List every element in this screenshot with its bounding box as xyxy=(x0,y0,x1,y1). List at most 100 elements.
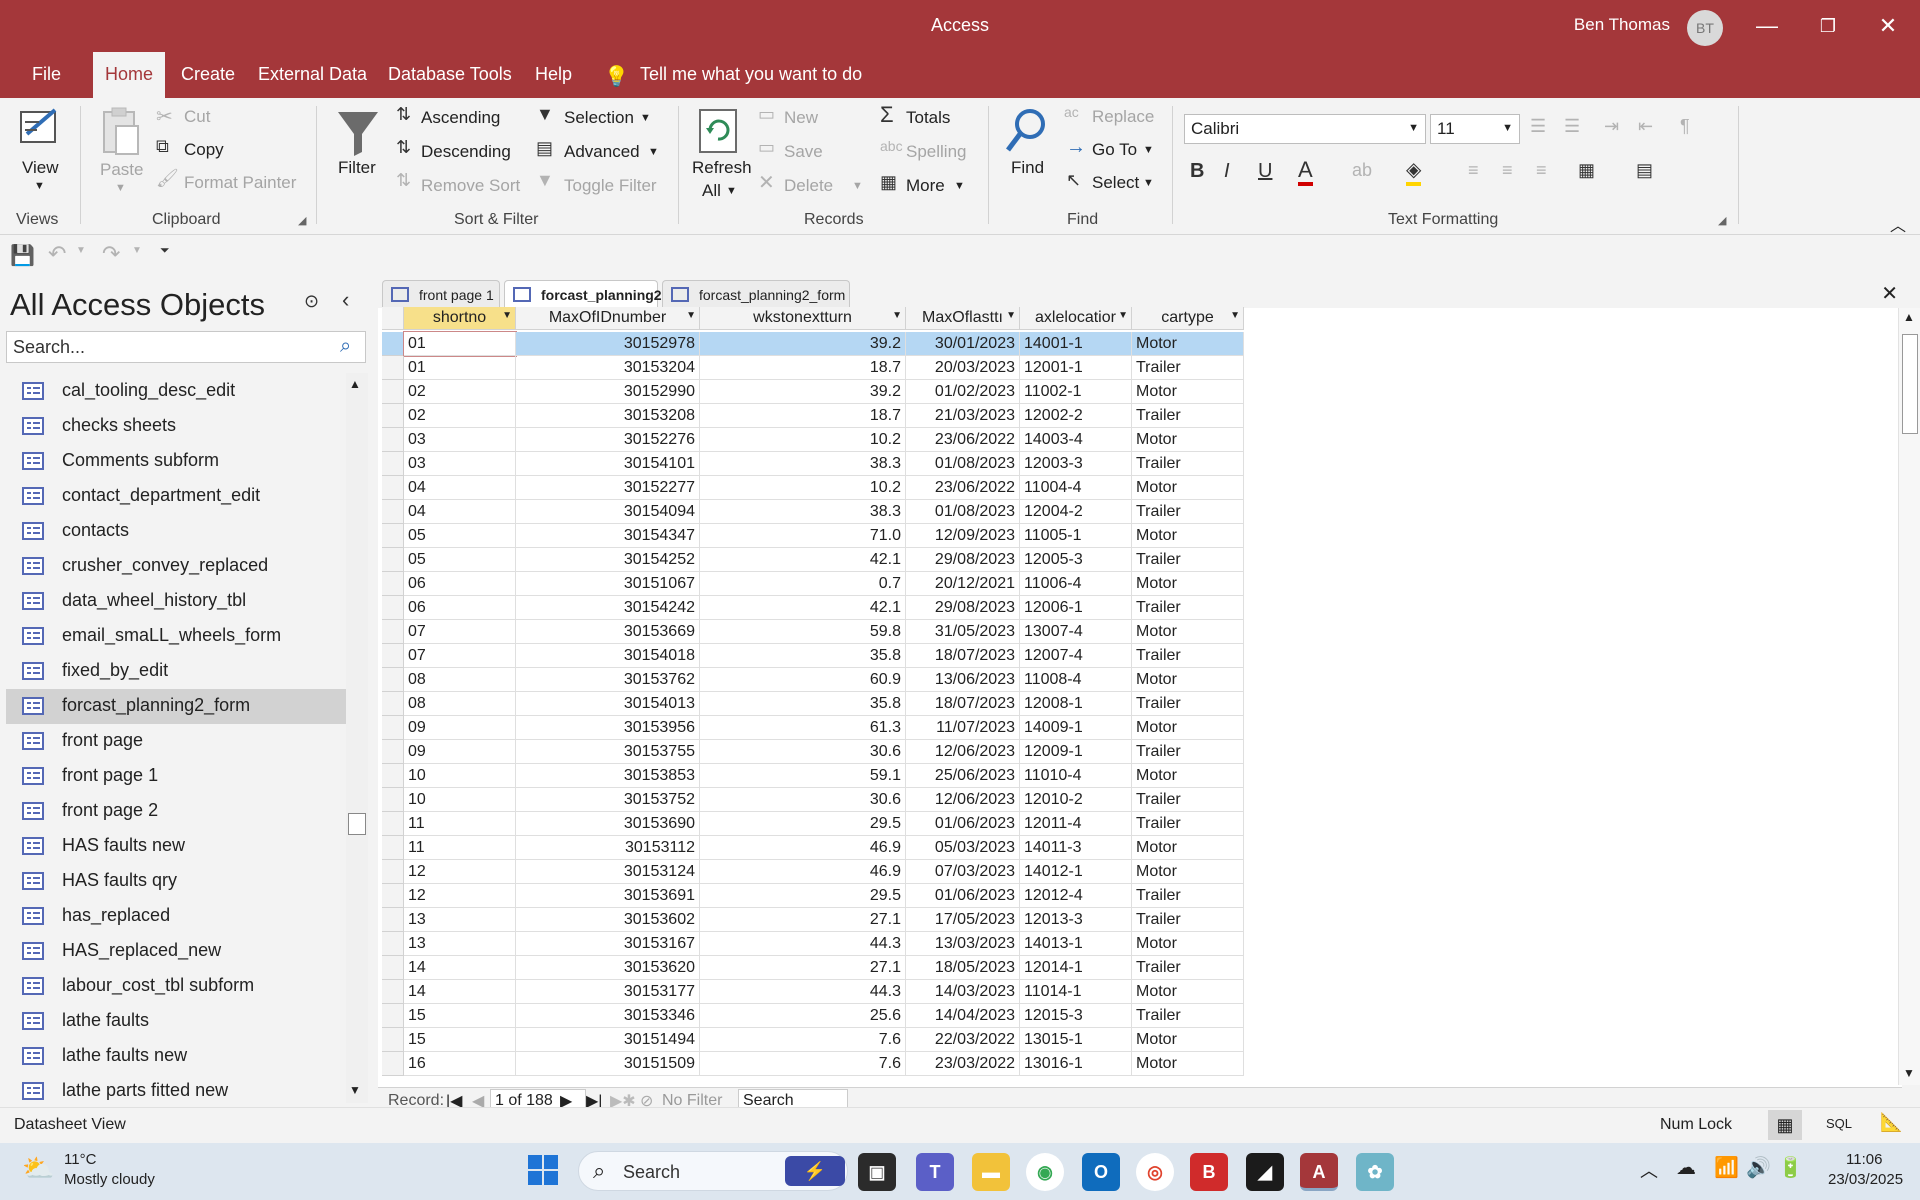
cell-maxoflastturn[interactable]: 12/06/2023 xyxy=(906,740,1020,764)
cell-maxofidnumber[interactable]: 30153208 xyxy=(516,404,700,428)
cell-shortno[interactable]: 06 xyxy=(404,596,516,620)
collapse-nav-icon[interactable]: ‹ xyxy=(342,287,349,313)
customize-qat-icon[interactable]: ⏷ xyxy=(160,243,170,258)
cell-maxofidnumber[interactable]: 30154101 xyxy=(516,452,700,476)
avatar[interactable]: BT xyxy=(1687,10,1723,46)
cell-maxofidnumber[interactable]: 30154252 xyxy=(516,548,700,572)
cell-axlelocation[interactable]: 13007-4 xyxy=(1020,620,1132,644)
cell-maxofidnumber[interactable]: 30152277 xyxy=(516,476,700,500)
cell-wkstonextturn[interactable]: 0.7 xyxy=(700,572,906,596)
cell-cartype[interactable]: Motor xyxy=(1132,980,1244,1004)
cell-maxoflastturn[interactable]: 17/05/2023 xyxy=(906,908,1020,932)
cell-cartype[interactable]: Trailer xyxy=(1132,908,1244,932)
table-row[interactable]: 10 30153752 30.6 12/06/2023 12010-2 Trailer xyxy=(382,788,1244,812)
cell-maxoflastturn[interactable]: 01/08/2023 xyxy=(906,500,1020,524)
cell-maxoflastturn[interactable]: 23/06/2022 xyxy=(906,428,1020,452)
cell-maxoflastturn[interactable]: 31/05/2023 xyxy=(906,620,1020,644)
start-icon[interactable] xyxy=(528,1155,558,1185)
cell-wkstonextturn[interactable]: 42.1 xyxy=(700,548,906,572)
cell-axlelocation[interactable]: 14009-1 xyxy=(1020,716,1132,740)
restore-icon[interactable]: ❐ xyxy=(1806,6,1850,46)
cell-shortno[interactable]: 04 xyxy=(404,500,516,524)
cell-maxoflastturn[interactable]: 18/07/2023 xyxy=(906,644,1020,668)
cell-axlelocation[interactable]: 12004-2 xyxy=(1020,500,1132,524)
row-selector[interactable] xyxy=(382,812,404,836)
cell-maxofidnumber[interactable]: 30153620 xyxy=(516,956,700,980)
clock-time[interactable]: 11:06 xyxy=(1846,1151,1882,1168)
cell-maxofidnumber[interactable]: 30153853 xyxy=(516,764,700,788)
row-selector[interactable] xyxy=(382,428,404,452)
design-view-icon[interactable]: 📐 xyxy=(1880,1112,1902,1133)
italic-icon[interactable]: I xyxy=(1224,160,1230,183)
cell-shortno[interactable]: 04 xyxy=(404,476,516,500)
cell-shortno[interactable]: 11 xyxy=(404,812,516,836)
cell-cartype[interactable]: Motor xyxy=(1132,1028,1244,1052)
table-row[interactable]: 01 30153204 18.7 20/03/2023 12001-1 Trailer xyxy=(382,356,1244,380)
refresh-button[interactable]: Refresh xyxy=(692,158,752,178)
cell-maxoflastturn[interactable]: 14/03/2023 xyxy=(906,980,1020,1004)
cell-maxofidnumber[interactable]: 30153204 xyxy=(516,356,700,380)
view-dropdown-icon[interactable]: ▼ xyxy=(34,180,45,192)
copy-button[interactable]: Copy xyxy=(184,140,224,160)
cell-wkstonextturn[interactable]: 38.3 xyxy=(700,500,906,524)
clipboard-launcher-icon[interactable]: ◢ xyxy=(298,214,306,227)
cell-axlelocation[interactable]: 11010-4 xyxy=(1020,764,1132,788)
select-all-cell[interactable] xyxy=(382,307,404,330)
row-selector[interactable] xyxy=(382,380,404,404)
cell-axlelocation[interactable]: 12015-3 xyxy=(1020,1004,1132,1028)
cell-wkstonextturn[interactable]: 42.1 xyxy=(700,596,906,620)
table-row[interactable]: 11 30153690 29.5 01/06/2023 12011-4 Trailer xyxy=(382,812,1244,836)
cell-maxofidnumber[interactable]: 30151067 xyxy=(516,572,700,596)
table-row[interactable]: 07 30153669 59.8 31/05/2023 13007-4 Motor xyxy=(382,620,1244,644)
cell-maxoflastturn[interactable]: 14/04/2023 xyxy=(906,1004,1020,1028)
row-selector[interactable] xyxy=(382,884,404,908)
row-selector[interactable] xyxy=(382,1028,404,1052)
clock-date[interactable]: 23/03/2025 xyxy=(1828,1171,1903,1188)
cell-wkstonextturn[interactable]: 59.8 xyxy=(700,620,906,644)
tab-file[interactable]: File xyxy=(32,64,61,85)
nav-item[interactable]: contact_department_edit xyxy=(6,479,346,514)
cell-axlelocation[interactable]: 14011-3 xyxy=(1020,836,1132,860)
row-selector[interactable] xyxy=(382,404,404,428)
cell-axlelocation[interactable]: 12007-4 xyxy=(1020,644,1132,668)
col-filter-icon[interactable]: ▼ xyxy=(686,310,696,321)
cell-shortno[interactable]: 03 xyxy=(404,428,516,452)
file-explorer-icon[interactable]: ▬ xyxy=(972,1153,1010,1191)
cell-cartype[interactable]: Trailer xyxy=(1132,884,1244,908)
cell-maxoflastturn[interactable]: 12/09/2023 xyxy=(906,524,1020,548)
cell-wkstonextturn[interactable]: 46.9 xyxy=(700,836,906,860)
row-selector[interactable] xyxy=(382,740,404,764)
gridlines-icon[interactable]: ▦ xyxy=(1578,160,1595,181)
selection-dropdown-icon[interactable]: ▼ xyxy=(640,112,651,124)
scroll-up-icon[interactable]: ▲ xyxy=(349,377,361,391)
cell-wkstonextturn[interactable]: 27.1 xyxy=(700,956,906,980)
cell-cartype[interactable]: Trailer xyxy=(1132,548,1244,572)
cell-wkstonextturn[interactable]: 60.9 xyxy=(700,668,906,692)
cell-axlelocation[interactable]: 12003-3 xyxy=(1020,452,1132,476)
cell-shortno[interactable]: 15 xyxy=(404,1028,516,1052)
cell-wkstonextturn[interactable]: 10.2 xyxy=(700,476,906,500)
table-row[interactable]: 16 30151509 7.6 23/03/2022 13016-1 Motor xyxy=(382,1052,1244,1076)
view-button[interactable]: View xyxy=(22,158,59,178)
collapse-ribbon-icon[interactable]: ︿ xyxy=(1890,212,1906,236)
cell-maxofidnumber[interactable]: 30153346 xyxy=(516,1004,700,1028)
cell-cartype[interactable]: Trailer xyxy=(1132,692,1244,716)
nav-item[interactable]: front page 1 xyxy=(6,759,346,794)
cell-shortno[interactable]: 13 xyxy=(404,932,516,956)
table-row[interactable]: 07 30154018 35.8 18/07/2023 12007-4 Trailer xyxy=(382,644,1244,668)
cell-maxofidnumber[interactable]: 30152990 xyxy=(516,380,700,404)
cell-shortno[interactable]: 06 xyxy=(404,572,516,596)
cell-shortno[interactable]: 02 xyxy=(404,404,516,428)
close-icon[interactable]: ✕ xyxy=(1866,6,1910,46)
row-selector[interactable] xyxy=(382,932,404,956)
cell-maxofidnumber[interactable]: 30153956 xyxy=(516,716,700,740)
teams-icon[interactable]: T xyxy=(916,1153,954,1191)
nav-options-icon[interactable]: ⊙ xyxy=(304,291,319,312)
cell-wkstonextturn[interactable]: 35.8 xyxy=(700,692,906,716)
nav-item[interactable]: lathe parts fitted new xyxy=(6,1074,346,1109)
cell-maxoflastturn[interactable]: 23/06/2022 xyxy=(906,476,1020,500)
row-selector[interactable] xyxy=(382,476,404,500)
col-filter-icon[interactable]: ▼ xyxy=(1118,310,1128,321)
fill-color-icon[interactable]: ◈ xyxy=(1406,158,1422,186)
cell-maxofidnumber[interactable]: 30153124 xyxy=(516,860,700,884)
